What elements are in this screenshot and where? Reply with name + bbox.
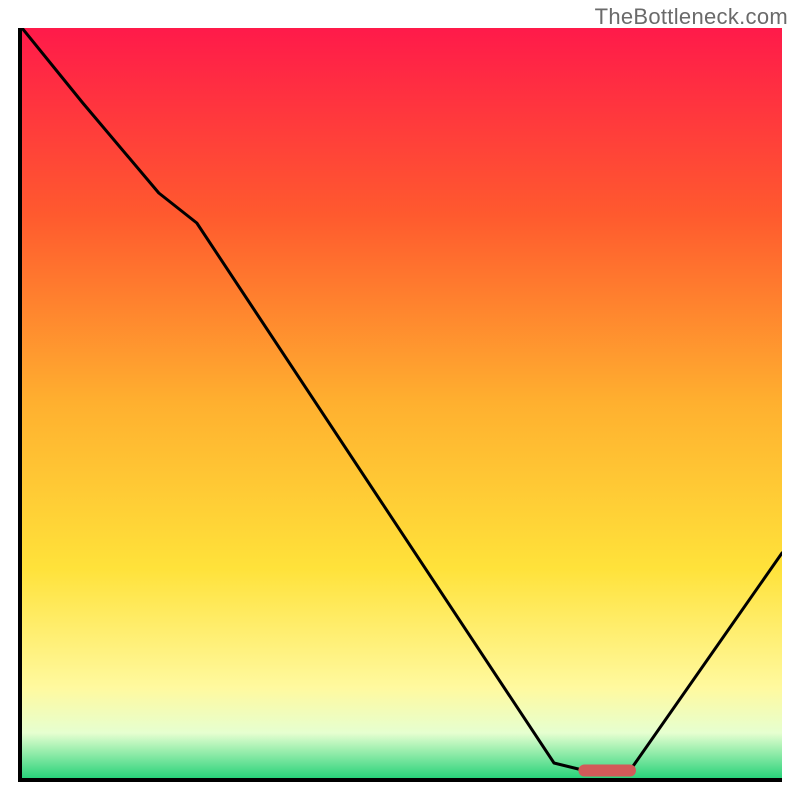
plot-svg [22, 28, 782, 778]
watermark-text: TheBottleneck.com [595, 4, 788, 30]
chart-root: TheBottleneck.com [0, 0, 800, 800]
gradient-fill-rect [22, 28, 782, 778]
plot-area [18, 28, 782, 782]
